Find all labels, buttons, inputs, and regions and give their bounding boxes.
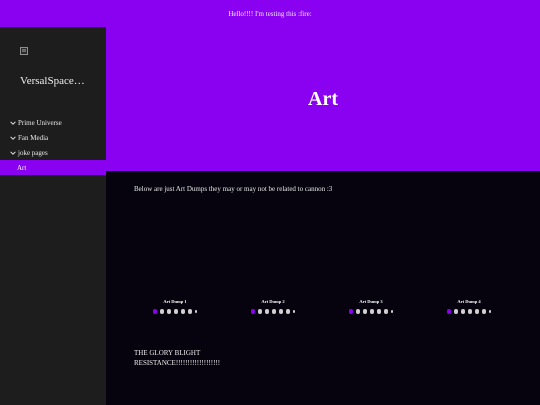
sidebar-item-label: Prime Universe bbox=[18, 118, 62, 127]
carousel-dot[interactable] bbox=[194, 310, 198, 313]
gallery-art-dump-3[interactable]: Art Dump 3 bbox=[341, 299, 401, 314]
carousel-dot[interactable] bbox=[278, 309, 284, 314]
intro-text: Below are just Art Dumps they may or may… bbox=[134, 185, 333, 193]
sidebar-item-label: Fan Media bbox=[18, 133, 49, 142]
gallery-art-dump-4[interactable]: Art Dump 4 bbox=[439, 299, 499, 314]
carousel-dot[interactable] bbox=[264, 309, 270, 314]
carousel-dot[interactable] bbox=[250, 309, 256, 314]
carousel-dot[interactable] bbox=[376, 309, 382, 314]
carousel-dot[interactable] bbox=[390, 310, 394, 313]
carousel-dot[interactable] bbox=[383, 309, 389, 314]
carousel-dot[interactable] bbox=[271, 309, 277, 314]
carousel-dot[interactable] bbox=[460, 309, 466, 314]
page-title: Art bbox=[308, 87, 338, 110]
gallery-art-dump-1[interactable]: Art Dump 1 bbox=[145, 299, 205, 314]
carousel-dot[interactable] bbox=[159, 309, 165, 314]
gallery-title: Art Dump 2 bbox=[261, 299, 285, 304]
carousel-dot[interactable] bbox=[348, 309, 354, 314]
page-hero: Art bbox=[106, 27, 540, 171]
gallery-title: Art Dump 4 bbox=[457, 299, 481, 304]
carousel-dots bbox=[250, 309, 296, 314]
footer-text: THE GLORY BLIGHT RESISTANCE!!!!!!!!!!!!!… bbox=[134, 349, 221, 367]
gallery-art-dump-2[interactable]: Art Dump 2 bbox=[243, 299, 303, 314]
carousel-dot[interactable] bbox=[481, 309, 487, 314]
sidebar-item-fan-media[interactable]: Fan Media bbox=[0, 130, 106, 145]
carousel-dot[interactable] bbox=[166, 309, 172, 314]
chevron-down-icon[interactable] bbox=[9, 134, 16, 141]
announcement-text: Hello!!!! I'm testing this :fire: bbox=[228, 9, 312, 18]
sidebar-item-label: joke pages bbox=[18, 148, 48, 157]
carousel-dot[interactable] bbox=[467, 309, 473, 314]
broken-image-icon[interactable] bbox=[20, 47, 28, 55]
carousel-dot[interactable] bbox=[474, 309, 480, 314]
carousel-dot[interactable] bbox=[453, 309, 459, 314]
carousel-dot[interactable] bbox=[180, 309, 186, 314]
carousel-dot[interactable] bbox=[362, 309, 368, 314]
carousel-dot[interactable] bbox=[369, 309, 375, 314]
carousel-dots bbox=[152, 309, 198, 314]
sidebar-item-label: Art bbox=[17, 163, 27, 172]
sidebar-item-art[interactable]: Art bbox=[0, 160, 106, 175]
gallery-title: Art Dump 3 bbox=[359, 299, 383, 304]
sidebar-nav: Prime Universe Fan Media joke pages Art bbox=[0, 115, 106, 175]
chevron-down-icon[interactable] bbox=[9, 119, 16, 126]
carousel-dot[interactable] bbox=[446, 309, 452, 314]
carousel-dot[interactable] bbox=[355, 309, 361, 314]
sidebar: VersalSpace… Prime Universe Fan Media jo… bbox=[0, 27, 106, 405]
carousel-dot[interactable] bbox=[285, 309, 291, 314]
carousel-dot[interactable] bbox=[292, 310, 296, 313]
main-content: Below are just Art Dumps they may or may… bbox=[106, 171, 540, 405]
sidebar-item-joke-pages[interactable]: joke pages bbox=[0, 145, 106, 160]
announcement-bar: Hello!!!! I'm testing this :fire: bbox=[0, 0, 540, 27]
carousel-dot[interactable] bbox=[187, 309, 193, 314]
carousel-dot[interactable] bbox=[488, 310, 492, 313]
carousel-dots bbox=[348, 309, 394, 314]
site-title[interactable]: VersalSpace… bbox=[20, 75, 98, 87]
sidebar-item-prime-universe[interactable]: Prime Universe bbox=[0, 115, 106, 130]
gallery-title: Art Dump 1 bbox=[163, 299, 187, 304]
chevron-down-icon[interactable] bbox=[9, 149, 16, 156]
carousel-dot[interactable] bbox=[152, 309, 158, 314]
carousel-dot[interactable] bbox=[257, 309, 263, 314]
carousel-dots bbox=[446, 309, 492, 314]
carousel-dot[interactable] bbox=[173, 309, 179, 314]
